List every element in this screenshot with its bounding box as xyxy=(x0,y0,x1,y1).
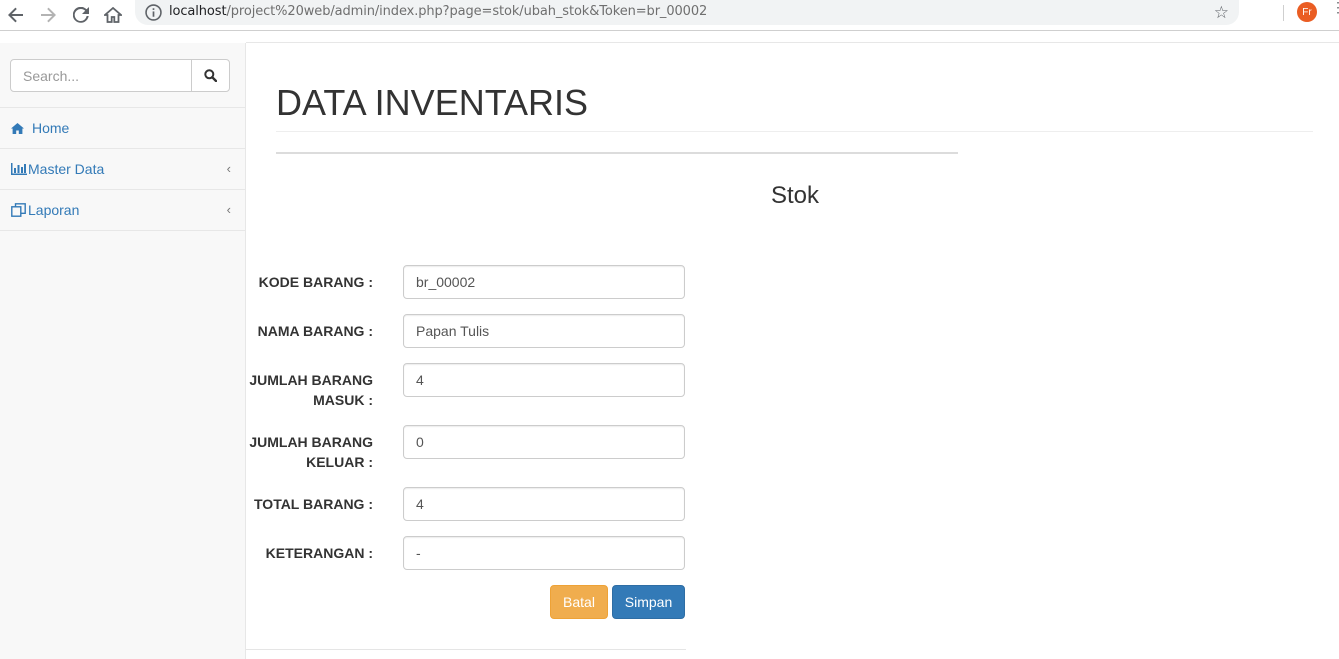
keterangan-input[interactable] xyxy=(403,536,685,570)
star-icon[interactable]: ☆ xyxy=(1214,3,1229,23)
sidebar-item-label: Master Data xyxy=(28,161,105,177)
info-icon[interactable] xyxy=(145,4,162,21)
sidebar-item-master-data[interactable]: Master Data ‹ xyxy=(0,149,245,190)
sidebar-item-home[interactable]: Home xyxy=(0,108,245,149)
navbar-bottom-border xyxy=(246,42,1339,43)
label-line: KELUAR : xyxy=(306,454,373,470)
browser-toolbar: localhost/project%20web/admin/index.php?… xyxy=(0,0,1339,31)
jumlah-masuk-input[interactable] xyxy=(403,363,685,397)
profile-avatar[interactable]: Fr xyxy=(1297,2,1317,22)
total-barang-label: TOTAL BARANG : xyxy=(254,496,373,512)
nama-barang-input[interactable] xyxy=(403,314,685,348)
sidebar-item-label: Home xyxy=(32,120,70,136)
search-input[interactable] xyxy=(10,59,192,92)
sidebar-item-laporan[interactable]: Laporan ‹ xyxy=(0,190,245,231)
address-bar[interactable]: localhost/project%20web/admin/index.php?… xyxy=(135,0,1239,25)
simpan-button[interactable]: Simpan xyxy=(612,585,685,619)
form-heading: Stok xyxy=(771,182,820,209)
reload-icon[interactable] xyxy=(70,4,92,26)
jumlah-keluar-input[interactable] xyxy=(403,425,685,459)
nama-barang-label: NAMA BARANG : xyxy=(257,323,373,339)
batal-button[interactable]: Batal xyxy=(550,585,608,619)
copy-icon xyxy=(11,203,28,217)
toolbar-divider xyxy=(1283,5,1284,21)
search-icon xyxy=(204,69,217,82)
sidebar-item-label: Laporan xyxy=(28,202,80,218)
chevron-left-icon: ‹ xyxy=(226,202,231,217)
page-title: DATA INVENTARIS xyxy=(276,82,589,123)
kode-barang-input[interactable] xyxy=(403,265,685,299)
kode-barang-label: KODE BARANG : xyxy=(258,274,373,290)
bar-chart-icon xyxy=(11,163,28,175)
chevron-left-icon: ‹ xyxy=(226,161,231,176)
back-icon[interactable] xyxy=(5,4,27,26)
sidebar-search xyxy=(10,59,230,92)
title-divider xyxy=(276,131,1313,132)
menu-dots-icon[interactable]: ⋮ xyxy=(1331,0,1339,14)
footer-divider xyxy=(246,649,686,650)
jumlah-keluar-label: JUMLAH BARANG KELUAR : xyxy=(249,432,373,472)
total-barang-input[interactable] xyxy=(403,487,685,521)
search-button[interactable] xyxy=(191,59,230,92)
label-line: MASUK : xyxy=(313,392,373,408)
keterangan-label: KETERANGAN : xyxy=(265,545,373,561)
jumlah-masuk-label: JUMLAH BARANG MASUK : xyxy=(249,370,373,410)
url-text: localhost/project%20web/admin/index.php?… xyxy=(169,4,708,19)
home-icon[interactable] xyxy=(102,4,124,26)
home-icon xyxy=(11,122,28,134)
label-line: JUMLAH BARANG xyxy=(249,372,373,388)
sidebar: Home Master Data ‹ Laporan ‹ xyxy=(0,43,246,659)
section-divider xyxy=(276,152,958,154)
label-line: JUMLAH BARANG xyxy=(249,434,373,450)
forward-icon[interactable] xyxy=(37,4,59,26)
